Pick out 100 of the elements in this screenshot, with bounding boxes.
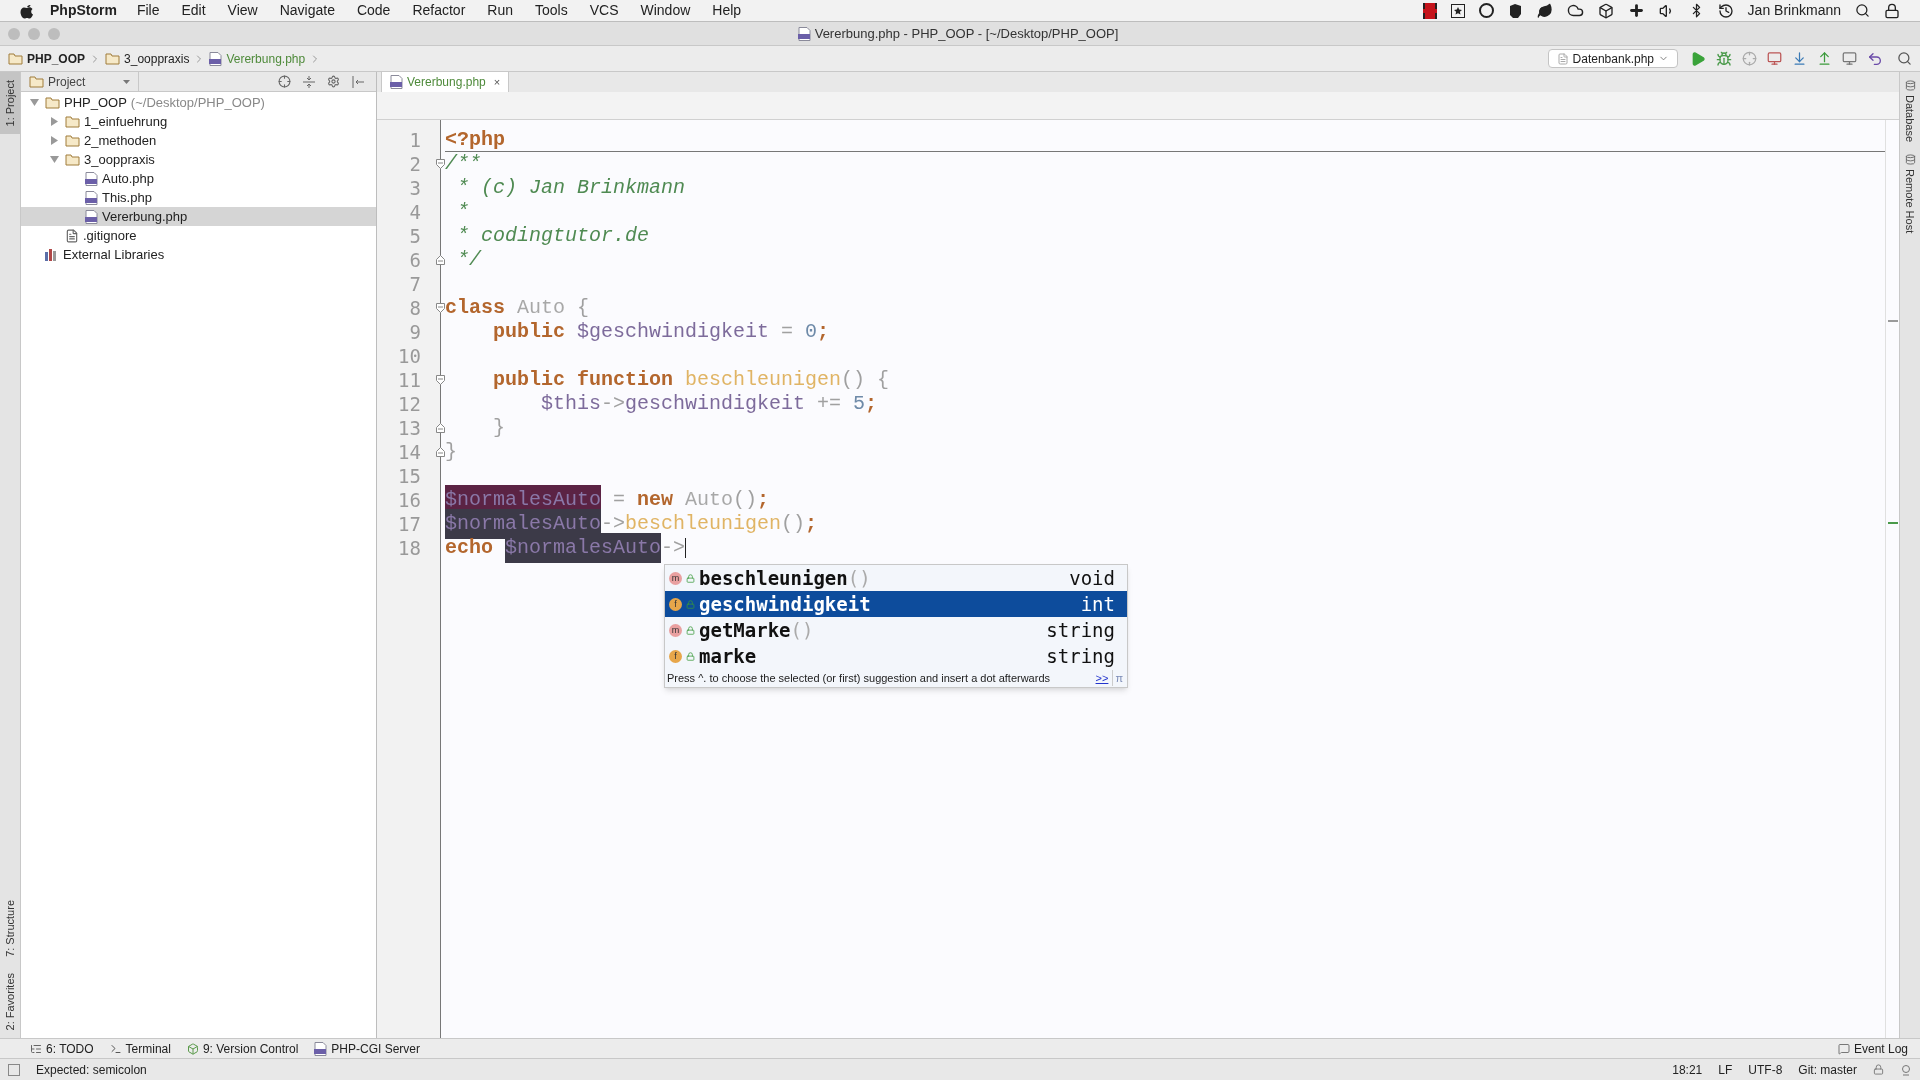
completion-item[interactable]: m beschleunigen() void xyxy=(665,565,1127,591)
fold-marker-icon[interactable] xyxy=(436,423,445,433)
expanded-arrow-icon[interactable] xyxy=(29,99,39,106)
settings-icon[interactable] xyxy=(327,75,340,88)
tree-item[interactable]: This.php xyxy=(21,188,376,207)
menu-item[interactable]: Window xyxy=(640,0,691,21)
menu-item[interactable]: Refactor xyxy=(412,0,466,21)
tree-item[interactable]: Auto.php xyxy=(21,169,376,188)
tool-window-tab[interactable]: Database xyxy=(1901,80,1919,143)
menu-item[interactable]: Code xyxy=(356,0,391,21)
code-token: ; xyxy=(805,511,818,537)
breadcrumb[interactable]: 3_ooppraxis xyxy=(124,49,190,68)
hint-text: Press ^. to choose the selected (or first) suggestion and insert a dot afterwards xyxy=(667,670,1052,686)
code-token: <?php xyxy=(445,126,505,153)
menu-item[interactable]: VCS xyxy=(589,0,619,21)
close-tab-button[interactable]: × xyxy=(493,73,501,91)
code-token: public function xyxy=(492,367,674,393)
vcs-update-icon[interactable] xyxy=(1792,51,1807,66)
leaf-icon[interactable] xyxy=(1536,2,1553,19)
tool-window-button[interactable]: 9: Version Control xyxy=(186,1039,299,1058)
time-machine-icon[interactable] xyxy=(1717,2,1734,19)
code-token: ; xyxy=(865,391,878,417)
line-number: 16 xyxy=(397,487,421,513)
tree-item-label: .gitignore xyxy=(83,226,137,245)
git-branch[interactable]: Git: master xyxy=(1798,1060,1857,1079)
user-name[interactable]: Jan Brinkmann xyxy=(1747,0,1841,21)
run-icon[interactable] xyxy=(1690,50,1706,67)
search-icon[interactable] xyxy=(1897,51,1912,66)
cloud-icon[interactable] xyxy=(1566,2,1584,19)
window-title: Vererbung.php - PHP_OOP - [~/Desktop/PHP_OOP] xyxy=(814,24,1119,43)
completion-item[interactable]: m getMarke() string xyxy=(665,617,1127,643)
plus-icon[interactable] xyxy=(1627,2,1645,19)
hide-icon[interactable] xyxy=(352,75,364,88)
menu-item[interactable]: Tools xyxy=(535,0,568,21)
collapse-icon[interactable] xyxy=(303,75,315,88)
tool-window-tab[interactable]: 2: Favorites xyxy=(0,964,20,1038)
monitor-icon[interactable] xyxy=(1842,51,1857,66)
tool-window-button[interactable]: Terminal xyxy=(109,1039,171,1058)
fold-marker-icon[interactable] xyxy=(436,159,445,169)
breadcrumb[interactable]: Vererbung.php xyxy=(226,49,306,68)
inspector-icon[interactable] xyxy=(1900,1063,1912,1076)
panel-toggle-icon[interactable] xyxy=(8,1063,20,1076)
vcs-commit-icon[interactable] xyxy=(1817,51,1832,66)
tool-window-tab[interactable]: Remote Host xyxy=(1901,154,1919,234)
fold-marker-icon[interactable] xyxy=(436,255,445,265)
method-icon: m xyxy=(669,571,682,585)
completion-item[interactable]: f marke string xyxy=(665,643,1127,669)
more-link[interactable]: >> xyxy=(1095,669,1109,687)
apple-icon[interactable] xyxy=(20,2,34,19)
public-icon xyxy=(686,625,695,635)
collapsed-arrow-icon[interactable] xyxy=(50,136,58,145)
line-separator[interactable]: LF xyxy=(1718,1060,1733,1079)
method-icon: m xyxy=(669,623,682,637)
run-config-dropdown[interactable]: Datenbank.php xyxy=(1547,49,1678,68)
menu-item[interactable]: Edit xyxy=(181,0,206,21)
file-encoding[interactable]: UTF-8 xyxy=(1748,1060,1783,1079)
coverage-icon[interactable] xyxy=(1742,51,1757,66)
breadcrumb[interactable]: PHP_OOP xyxy=(27,49,86,68)
app-name[interactable]: PhpStorm xyxy=(50,0,117,21)
editor-tab[interactable]: Vererbung.php × xyxy=(381,72,510,92)
code-token: 0 xyxy=(804,319,818,345)
locate-icon[interactable] xyxy=(278,75,291,88)
info-icon[interactable] xyxy=(1478,3,1494,18)
tool-window-tab[interactable]: 7: Structure xyxy=(0,891,20,965)
tool-window-button[interactable]: 6: TODO xyxy=(30,1039,94,1058)
cursor-position[interactable]: 18:21 xyxy=(1672,1060,1703,1079)
star-icon[interactable] xyxy=(1450,3,1465,18)
film-icon[interactable] xyxy=(1422,2,1437,19)
menu-item[interactable]: Run xyxy=(487,0,513,21)
tree-item[interactable]: 2_methoden xyxy=(21,131,376,150)
event-log-button[interactable]: Event Log xyxy=(1837,1039,1908,1058)
php-file-icon xyxy=(314,1041,328,1056)
lock-icon[interactable] xyxy=(1884,2,1900,19)
menu-item[interactable]: Help xyxy=(712,0,742,21)
tree-item[interactable]: 1_einfuehrung xyxy=(21,112,376,131)
expanded-arrow-icon[interactable] xyxy=(49,156,59,163)
fold-marker-icon[interactable] xyxy=(436,303,445,313)
collapsed-arrow-icon[interactable] xyxy=(50,117,58,126)
tree-item[interactable]: 3_ooppraxis xyxy=(21,150,376,169)
menu-item[interactable]: File xyxy=(136,0,160,21)
fold-marker-icon[interactable] xyxy=(436,447,445,457)
terminal-icon xyxy=(109,1042,122,1055)
debug-icon[interactable] xyxy=(1716,50,1732,67)
parameters: () xyxy=(790,617,814,643)
fold-marker-icon[interactable] xyxy=(436,375,445,385)
tree-item[interactable]: .gitignore xyxy=(21,226,376,245)
field-icon: f xyxy=(669,649,682,663)
box-icon[interactable] xyxy=(1597,2,1614,19)
revert-icon[interactable] xyxy=(1867,50,1883,67)
completion-item[interactable]: f geschwindigkeit int xyxy=(665,591,1127,617)
tool-window-tab[interactable]: 1: Project xyxy=(0,72,20,135)
database-icon xyxy=(1904,80,1916,91)
tree-item[interactable]: PHP_OOP (~/Desktop/PHP_OOP) xyxy=(21,93,376,112)
tree-item[interactable]: External Libraries xyxy=(21,245,376,264)
menu-item[interactable]: Navigate xyxy=(279,0,335,21)
tree-item[interactable]: Vererbung.php xyxy=(21,207,376,226)
tool-window-button[interactable]: PHP-CGI Server xyxy=(314,1039,420,1058)
search-icon[interactable] xyxy=(1855,3,1870,18)
code-token: new xyxy=(636,487,674,513)
menu-item[interactable]: View xyxy=(227,0,258,21)
